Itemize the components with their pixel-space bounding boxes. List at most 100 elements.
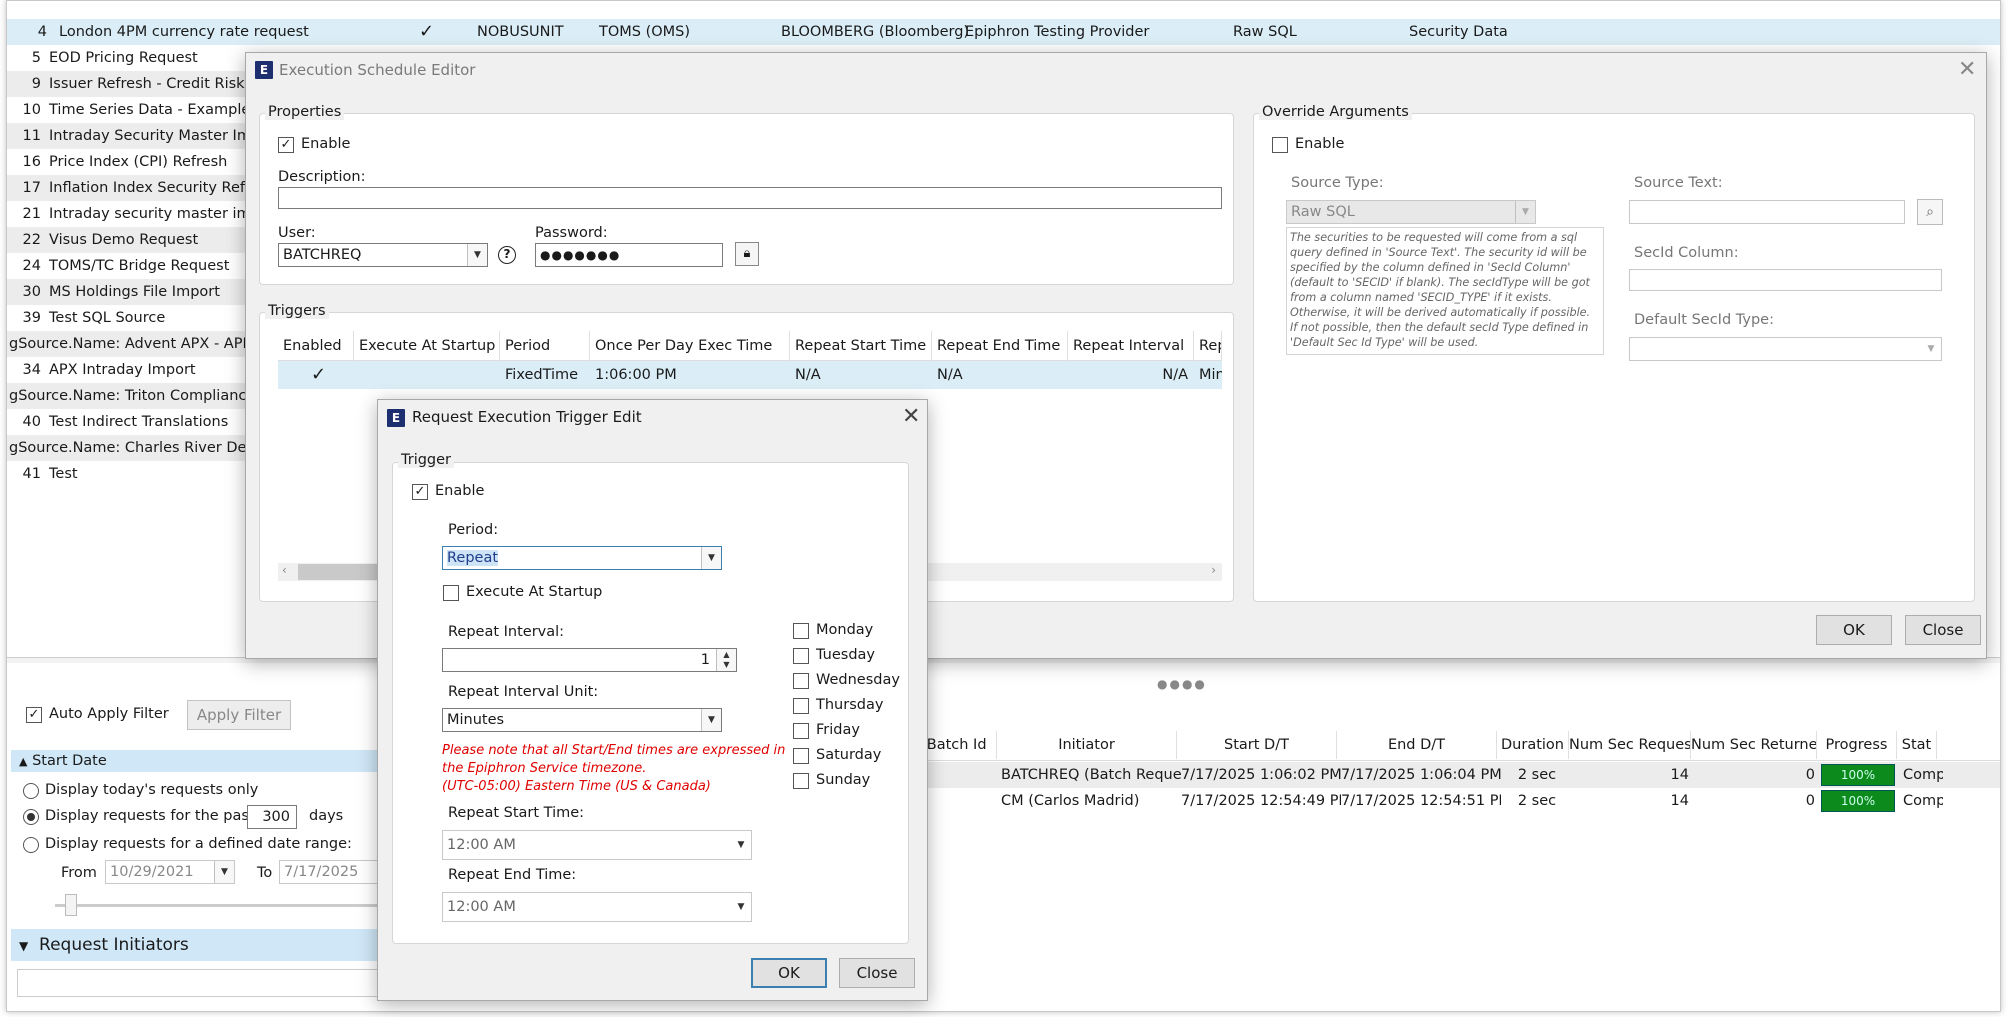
secid-column-field[interactable] <box>1629 269 1942 291</box>
close-icon[interactable]: ✕ <box>902 406 920 428</box>
period-dropdown[interactable]: Repeat ▼ <box>442 546 722 570</box>
day-checkbox-thursday[interactable] <box>793 698 809 714</box>
day-checkbox-monday[interactable] <box>793 623 809 639</box>
column-header[interactable]: Repeat End Time <box>932 331 1068 361</box>
source-text-field[interactable] <box>1629 200 1905 224</box>
column-header[interactable]: Start D/T <box>1177 731 1337 759</box>
radio-past-label: Display requests for the past <box>45 808 255 824</box>
source-type-dropdown[interactable]: Raw SQL ▼ <box>1286 200 1536 224</box>
day-checkbox-wednesday[interactable] <box>793 673 809 689</box>
table-row[interactable]: 41 Test <box>7 461 247 487</box>
to-date-picker[interactable]: 7/17/2025 <box>279 860 383 884</box>
radio-range-label: Display requests for a defined date rang… <box>45 836 352 852</box>
radio-range[interactable] <box>23 837 39 853</box>
column-header[interactable]: Repea <box>1194 331 1222 361</box>
table-row[interactable]: 40 Test Indirect Translations <box>7 409 247 435</box>
group-header[interactable]: gSource.Name: Charles River Developm <box>7 435 247 461</box>
scroll-right-icon[interactable]: › <box>1211 563 1216 577</box>
column-header[interactable]: Duration <box>1497 731 1569 759</box>
override-enable-checkbox[interactable] <box>1272 137 1288 153</box>
table-row[interactable]: 21 Intraday security master impor <box>7 201 247 227</box>
help-icon[interactable]: ? <box>498 246 516 264</box>
group-header[interactable]: gSource.Name: Advent APX - API (1 ite <box>7 331 247 357</box>
column-header[interactable]: Execute At Startup <box>354 331 500 361</box>
cell-requested: 14 <box>1670 793 1689 809</box>
table-row[interactable]: 34 APX Intraday Import <box>7 357 247 383</box>
table-row[interactable]: 9 Issuer Refresh - Credit Risk <box>7 71 247 97</box>
close-icon[interactable]: ✕ <box>1958 59 1976 81</box>
day-checkbox-saturday[interactable] <box>793 748 809 764</box>
search-icon[interactable]: ⌕ <box>1917 199 1943 225</box>
repeat-interval-stepper[interactable]: 1 ▲ ▼ <box>442 648 737 672</box>
stepper-arrows-icon[interactable]: ▲ ▼ <box>716 649 736 671</box>
table-row[interactable]: 16 Price Index (CPI) Refresh <box>7 149 247 175</box>
table-row[interactable]: 39 Test SQL Source <box>7 305 247 331</box>
splitter-grip-icon[interactable]: ●●●● <box>1157 677 1207 691</box>
chevron-down-icon: ▼ <box>1515 201 1535 223</box>
default-secid-dropdown[interactable]: ▼ <box>1629 337 1942 361</box>
close-button[interactable]: Close <box>839 958 915 988</box>
enable-checkbox[interactable]: ✓ <box>412 484 428 500</box>
lock-icon[interactable]: 🔒︎ <box>735 242 759 266</box>
day-checkbox-sunday[interactable] <box>793 773 809 789</box>
past-days-stepper[interactable]: 300 <box>247 805 297 829</box>
initiators-header[interactable]: ▼ Request Initiators <box>11 929 383 961</box>
start-date-header[interactable]: ▲ Start Date <box>11 750 383 772</box>
slider-thumb[interactable] <box>65 894 77 916</box>
column-header[interactable]: Progress <box>1817 731 1897 759</box>
start-date-label: Start Date <box>32 753 107 769</box>
day-label-tuesday: Tuesday <box>816 647 875 663</box>
day-label-saturday: Saturday <box>816 747 882 763</box>
table-row[interactable]: 10 Time Series Data - Example Re <box>7 97 247 123</box>
secid-column-label: SecId Column: <box>1634 245 1739 261</box>
row-id: 41 <box>22 466 41 482</box>
column-header[interactable]: Initiator <box>997 731 1177 759</box>
group-name: gSource.Name: Charles River Developm <box>9 440 247 456</box>
cell-initiator: BATCHREQ (Batch Request User) <box>1001 767 1181 783</box>
column-header[interactable]: Enabled <box>278 331 354 361</box>
close-button[interactable]: Close <box>1905 615 1981 645</box>
column-header[interactable]: Repeat Start Time <box>790 331 932 361</box>
to-date-value: 7/17/2025 <box>284 864 359 880</box>
ok-button[interactable]: OK <box>1816 615 1892 645</box>
date-slider[interactable] <box>55 904 385 907</box>
user-dropdown[interactable]: BATCHREQ ▼ <box>278 243 488 267</box>
day-checkbox-tuesday[interactable] <box>793 648 809 664</box>
table-row[interactable]: 24 TOMS/TC Bridge Request <box>7 253 247 279</box>
row-cell: NOBUSUNIT <box>477 24 564 40</box>
trigger-row[interactable]: ✓ FixedTime 1:06:00 PM N/A N/A N/A Minut <box>278 361 1222 389</box>
repeat-end-picker[interactable]: 12:00 AM ▼ <box>442 892 752 922</box>
table-row[interactable]: 17 Inflation Index Security Refresl <box>7 175 247 201</box>
column-header[interactable]: Stat <box>1897 731 1937 759</box>
apply-filter-button[interactable]: Apply Filter <box>187 700 291 730</box>
radio-past[interactable] <box>23 809 39 825</box>
radio-today[interactable] <box>23 783 39 799</box>
column-header[interactable]: Num Sec Returned <box>1691 731 1817 759</box>
table-row[interactable]: 22 Visus Demo Request <box>7 227 247 253</box>
table-row[interactable]: 30 MS Holdings File Import <box>7 279 247 305</box>
password-field[interactable]: ●●●●●●● <box>535 243 723 267</box>
table-row[interactable]: 11 Intraday Security Master Impo <box>7 123 247 149</box>
from-date-picker[interactable]: 10/29/2021 ▼ <box>105 860 235 884</box>
enable-checkbox[interactable]: ✓ <box>278 137 294 153</box>
column-header[interactable]: Num Sec Requested <box>1569 731 1691 759</box>
source-hint-text: The securities to be requested will come… <box>1286 227 1604 355</box>
column-header[interactable]: Once Per Day Exec Time <box>590 331 790 361</box>
repeat-start-picker[interactable]: 12:00 AM ▼ <box>442 830 752 860</box>
row-id: 22 <box>22 232 41 248</box>
ok-button[interactable]: OK <box>751 958 827 988</box>
day-checkbox-friday[interactable] <box>793 723 809 739</box>
group-header[interactable]: gSource.Name: Triton Compliance (1 ite <box>7 383 247 409</box>
execute-at-startup-checkbox[interactable] <box>443 585 459 601</box>
table-row-selected[interactable]: 4 London 4PM currency rate request ✓ NOB… <box>7 19 2000 45</box>
repeat-unit-dropdown[interactable]: Minutes ▼ <box>442 708 722 732</box>
description-field[interactable] <box>278 187 1222 209</box>
enable-label: Enable <box>435 483 485 499</box>
initiators-input[interactable] <box>17 969 383 997</box>
column-header[interactable]: Repeat Interval <box>1068 331 1194 361</box>
auto-apply-checkbox[interactable]: ✓ <box>26 707 42 723</box>
table-row[interactable]: 5 EOD Pricing Request <box>7 45 247 71</box>
column-header[interactable]: Period <box>500 331 590 361</box>
column-header[interactable]: End D/T <box>1337 731 1497 759</box>
scroll-left-icon[interactable]: ‹ <box>282 563 287 577</box>
